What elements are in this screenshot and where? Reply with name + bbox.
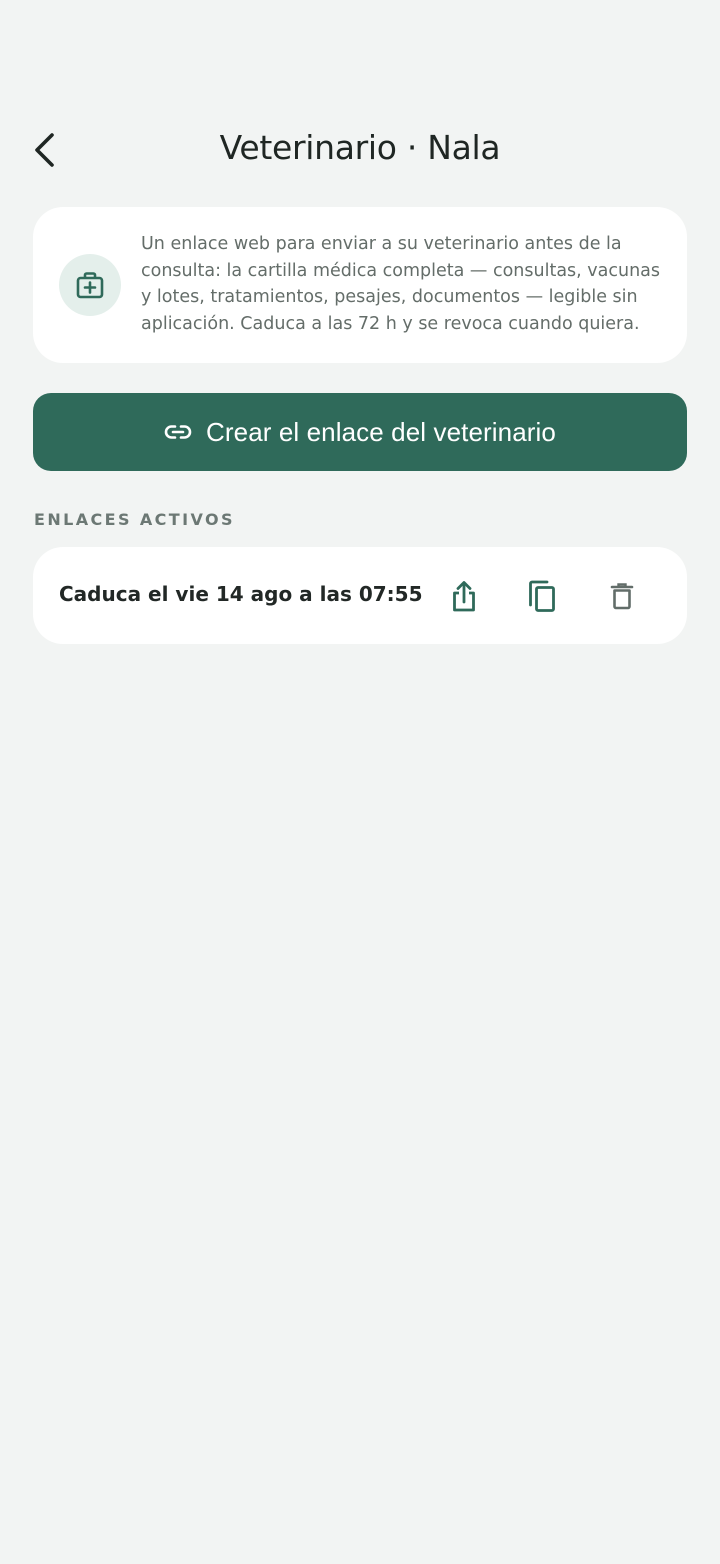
delete-icon xyxy=(610,583,634,610)
delete-link-button[interactable] xyxy=(598,572,646,620)
top-bar: Veterinario · Nala xyxy=(0,108,720,188)
create-vet-link-button[interactable]: Crear el enlace del veterinario xyxy=(33,393,687,471)
section-label-active-links: ENLACES ACTIVOS xyxy=(34,510,235,529)
screen: Veterinario · Nala Un enlace web para en… xyxy=(0,0,720,1564)
create-button-label: Crear el enlace del veterinario xyxy=(206,416,556,447)
info-description: Un enlace web para enviar a su veterinar… xyxy=(141,234,661,334)
active-link-row: Caduca el vie 14 ago a las 07:55 xyxy=(33,547,687,644)
share-link-button[interactable] xyxy=(440,572,488,620)
page-title: Veterinario · Nala xyxy=(219,128,501,167)
share-icon xyxy=(453,581,475,612)
link-expiry-text: Caduca el vie 14 ago a las 07:55 xyxy=(59,582,423,606)
copy-link-button[interactable] xyxy=(518,572,566,620)
info-icon-circle xyxy=(59,254,121,316)
link-icon xyxy=(164,425,192,439)
info-card: Un enlace web para enviar a su veterinar… xyxy=(33,207,687,363)
medical-kit-icon xyxy=(76,272,104,299)
copy-icon xyxy=(529,580,555,612)
